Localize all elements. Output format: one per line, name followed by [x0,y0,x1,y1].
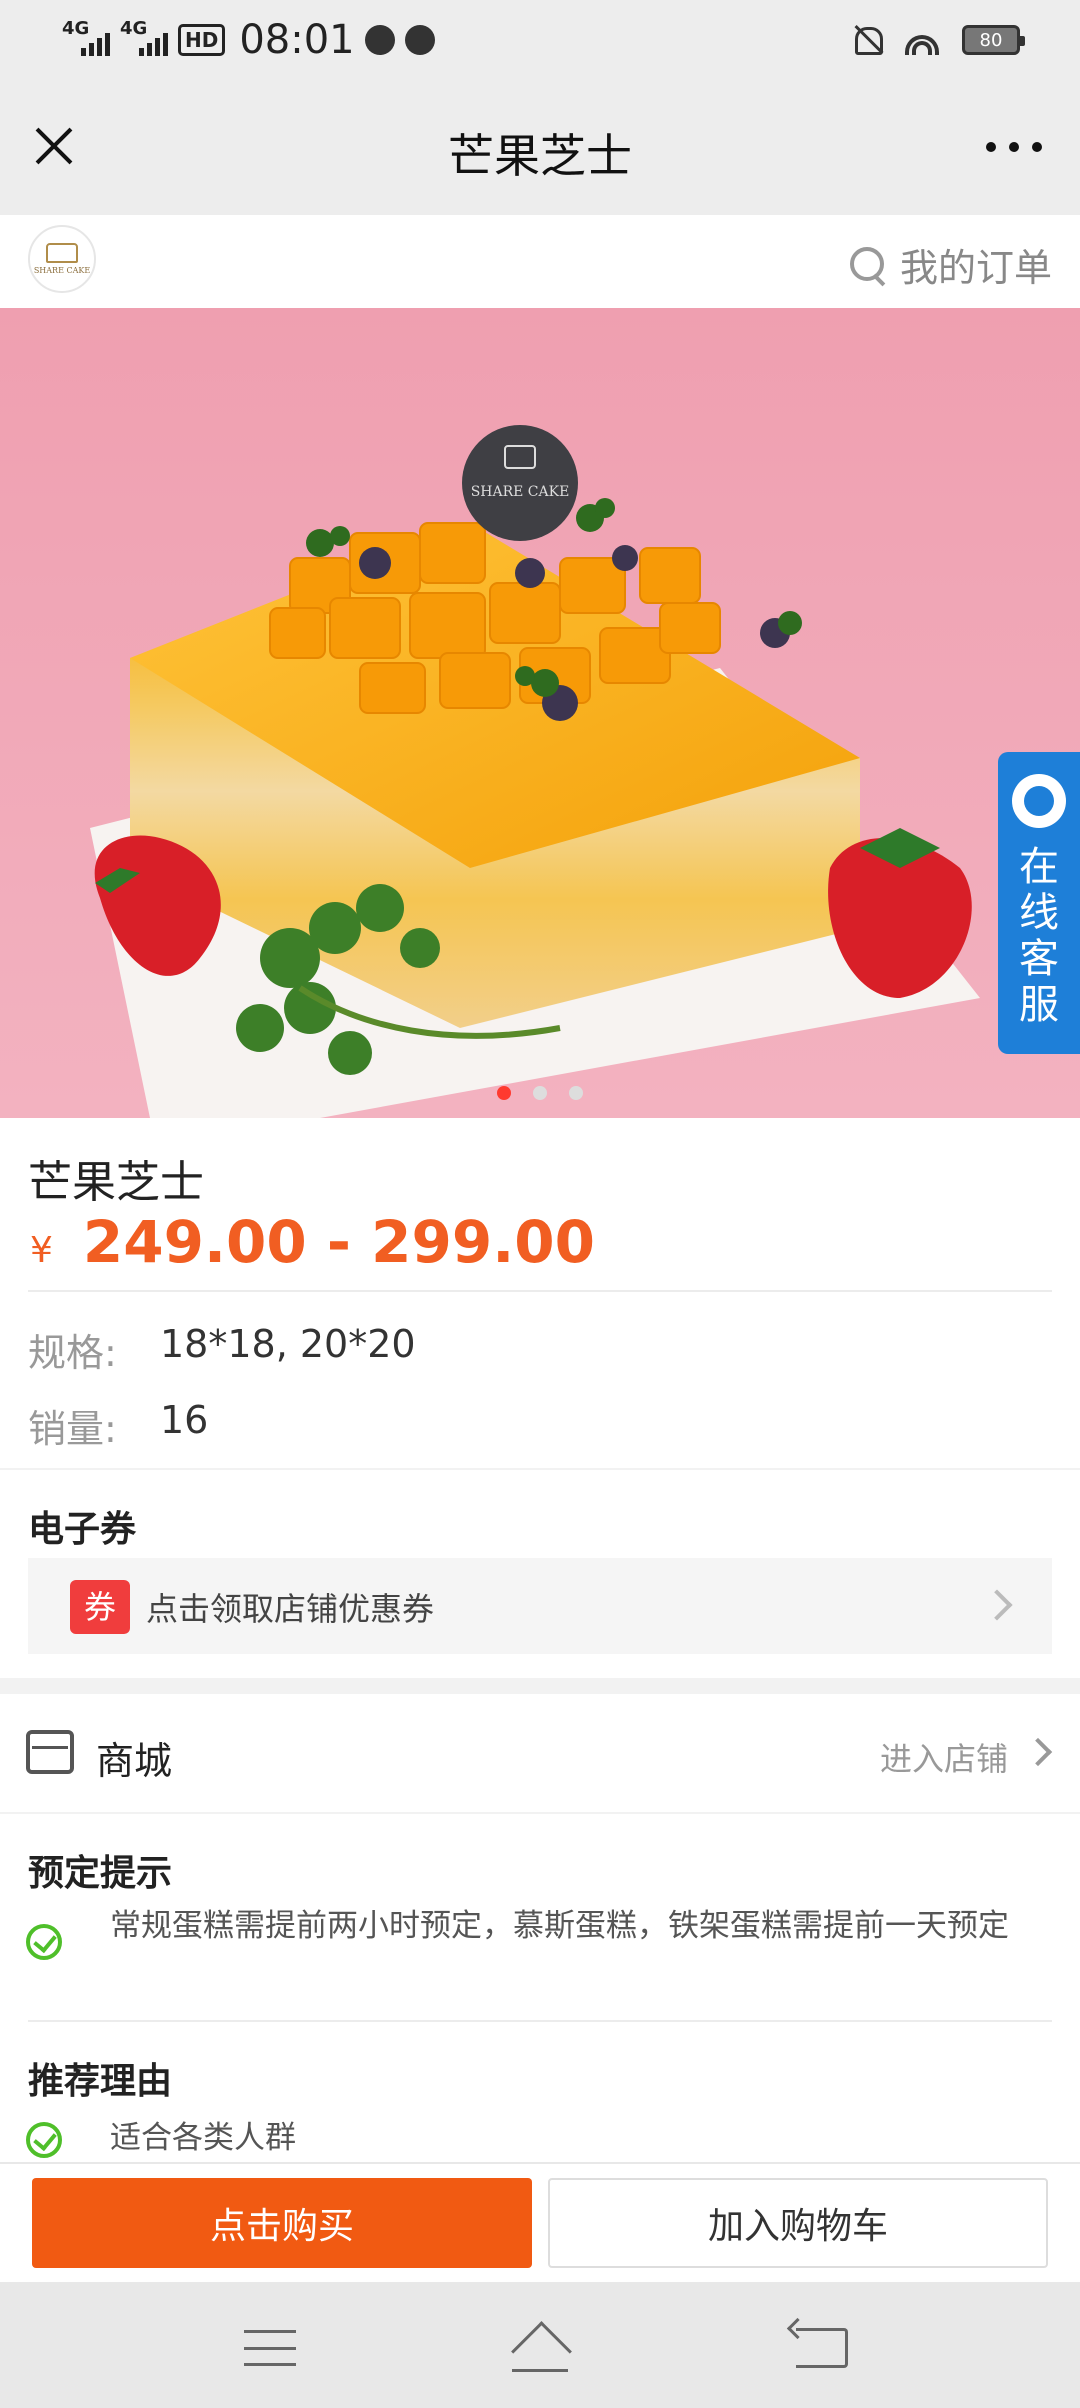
mute-bell-icon [850,23,883,57]
product-name: 芒果芝士 [28,1157,204,1208]
signal-icon: 4G [62,18,110,60]
my-orders-label: 我的订单 [899,246,1052,290]
status-left: 4G 4G HD 08:01 [62,14,435,66]
add-to-cart-button[interactable]: 加入购物车 [548,2178,1048,2268]
chevron-right-icon [981,1589,1013,1621]
spec-value: 18*18, 20*20 [160,1322,416,1366]
online-service-button[interactable]: 在线客服 [998,752,1080,1054]
enter-shop-link[interactable]: 进入店铺 [880,1734,1008,1780]
product-photo: SHARE CAKE [0,308,1080,1118]
booking-tip-text: 常规蛋糕需提前两小时预定，慕斯蛋糕，铁架蛋糕需提前一天预定 [110,1908,1009,1944]
chevron-right-icon [1023,1737,1053,1767]
hd-icon: HD [178,24,226,56]
sales-label: 销量: [28,1407,117,1451]
action-bar: 点击购买 加入购物车 [0,2162,1080,2282]
spec-row: 规格: 18*18, 20*20 [28,1322,416,1377]
coupon-section: 电子券 券 点击领取店铺优惠券 [0,1470,1080,1678]
carousel-dots [0,1086,1080,1100]
carousel-dot-1[interactable] [497,1086,511,1100]
back-icon[interactable] [796,2328,848,2368]
store-icon [26,1730,74,1774]
status-time: 08:01 [239,17,355,63]
wechat-icon [404,25,435,55]
check-circle-icon [26,1924,62,1960]
reason-title: 推荐理由 [28,2061,173,2102]
topper-text: SHARE CAKE [471,484,570,500]
price-range: 249.00 - 299.00 [82,1208,595,1276]
signal-icon-2: 4G [120,18,168,60]
crown-icon [46,243,78,263]
coupon-text: 点击领取店铺优惠券 [146,1590,435,1628]
check-circle-icon [26,2122,62,2158]
online-service-label: 在线客服 [1019,844,1059,1028]
divider [28,2020,1052,2022]
booking-tip-title: 预定提示 [28,1853,173,1894]
status-bar: 4G 4G HD 08:01 80 [0,0,1080,80]
carousel-dot-2[interactable] [533,1086,547,1100]
reason-text: 适合各类人群 [110,2120,296,2156]
coupon-section-title: 电子券 [28,1509,137,1550]
menu-icon[interactable] [244,2330,296,2366]
battery-icon: 80 [962,25,1025,55]
sales-row: 销量: 16 [28,1398,208,1453]
divider [28,1290,1052,1292]
spec-label: 规格: [28,1331,117,1375]
mall-row[interactable]: 商城 进入店铺 [0,1694,1080,1812]
tips-section: 预定提示 常规蛋糕需提前两小时预定，慕斯蛋糕，铁架蛋糕需提前一天预定 推荐理由 … [0,1814,1080,2162]
my-orders-link[interactable]: 我的订单 [848,237,1052,292]
coupon-row[interactable]: 券 点击领取店铺优惠券 [28,1558,1052,1654]
product-info: 芒果芝士 ¥ 249.00 - 299.00 规格: 18*18, 20*20 … [0,1118,1080,1468]
more-options-icon[interactable] [986,132,1042,162]
headset-icon [1012,774,1066,828]
wifi-icon [904,25,940,55]
product-image-carousel[interactable]: SHARE CAKE [0,308,1080,1118]
product-price: ¥ 249.00 - 299.00 [30,1208,595,1276]
page-title: 芒果芝士 [448,129,632,183]
home-icon[interactable] [506,2324,574,2372]
shop-header: SHARE CAKE 我的订单 [0,215,1080,308]
buy-button[interactable]: 点击购买 [32,2178,532,2268]
mall-label: 商城 [96,1739,173,1783]
currency-symbol: ¥ [30,1230,53,1271]
carousel-dot-3[interactable] [569,1086,583,1100]
shop-logo[interactable]: SHARE CAKE [28,225,96,293]
compass-icon [364,25,395,55]
sales-value: 16 [160,1398,209,1442]
system-nav-bar [0,2282,1080,2408]
coupon-tag: 券 [70,1580,130,1634]
status-right: 80 [850,18,1025,62]
title-bar: 芒果芝士 [0,80,1080,215]
search-icon[interactable] [848,245,888,285]
shop-logo-text: SHARE CAKE [33,266,91,275]
